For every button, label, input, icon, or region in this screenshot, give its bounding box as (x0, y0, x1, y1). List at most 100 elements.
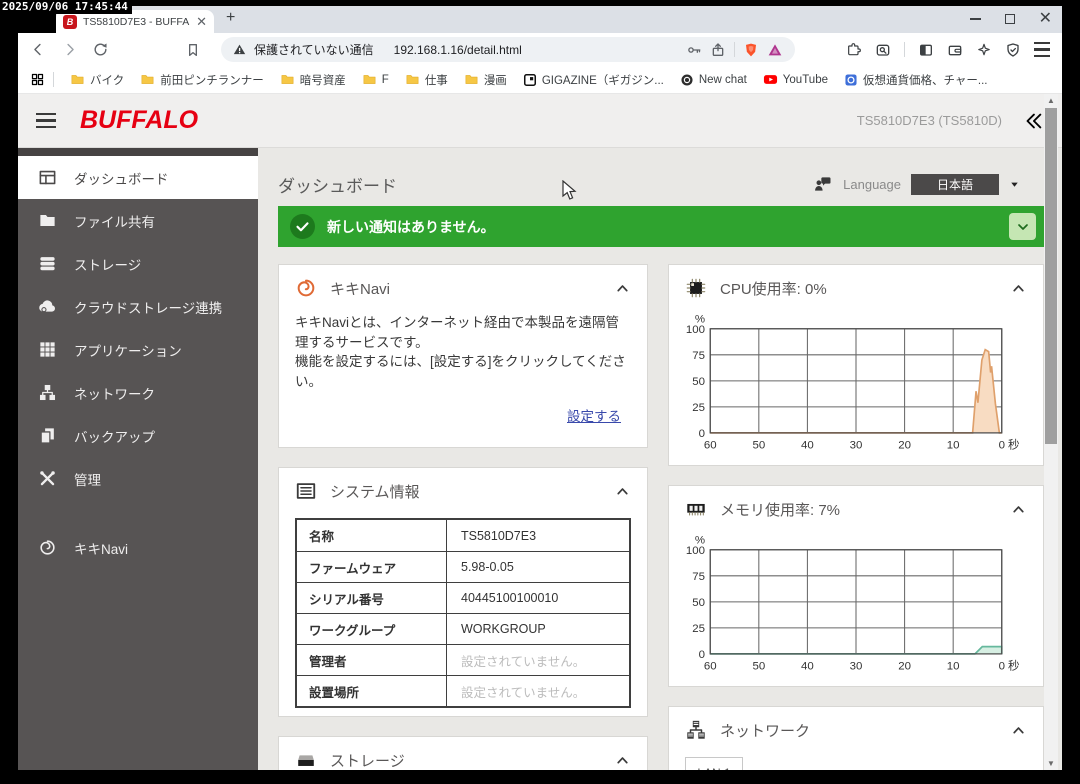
memory-card: メモリ使用率: 7% 10075502506050403020100%秒 (668, 485, 1044, 687)
tab-close-icon[interactable]: ✕ (196, 15, 207, 28)
row-label: ファームウェア (297, 552, 447, 582)
sidebar-item-4[interactable]: アプリケーション (18, 328, 258, 371)
row-value: 設定されていません。 (447, 676, 629, 706)
wallet-icon[interactable] (947, 42, 963, 58)
storage-card: ストレージ (278, 736, 648, 770)
bookmark-item[interactable]: GIGAZINE（ギガジン... (515, 72, 672, 88)
collapse-sidebar-icon[interactable] (1022, 110, 1044, 132)
brave-rewards-icon[interactable] (767, 42, 783, 58)
leo-sparkle-icon[interactable] (976, 42, 992, 58)
sidebar-item-2[interactable]: ストレージ (18, 242, 258, 285)
security-warning-icon[interactable] (233, 43, 246, 56)
bookmark-item[interactable]: 前田ピンチランナー (132, 72, 272, 88)
sidebar-item-1[interactable]: ファイル共有 (18, 199, 258, 242)
folder-share-icon (38, 211, 57, 230)
memory-icon (685, 498, 707, 520)
svg-text:40: 40 (801, 440, 814, 452)
svg-text:75: 75 (692, 350, 705, 362)
network-card: ネットワーク LAN 1 (668, 706, 1044, 770)
tab-strip: B TS5810D7E3 - BUFFALO TeraStat ✕ + ✕ (18, 6, 1062, 33)
network-card-title: ネットワーク (720, 720, 810, 741)
system-info-icon (295, 480, 317, 502)
language-caret-icon[interactable] (1009, 179, 1020, 190)
sidebar-top-strip (18, 148, 258, 156)
privacy-shield-icon[interactable] (1005, 42, 1021, 58)
minimize-button[interactable] (970, 18, 981, 20)
share-icon[interactable] (710, 42, 726, 58)
maximize-button[interactable] (1005, 14, 1015, 24)
sidebar-item-0[interactable]: ダッシュボード (18, 156, 258, 199)
svg-text:60: 60 (704, 440, 717, 452)
row-label: ワークグループ (297, 614, 447, 644)
extensions-icon[interactable] (846, 42, 862, 58)
tab-search-icon[interactable] (875, 42, 891, 58)
kikinavi-card: キキNavi キキNaviとは、インターネット経由で本製品を遠隔管理するサービス… (278, 264, 648, 448)
apps-grid-icon[interactable] (30, 72, 45, 87)
sidebar-item-label: ネットワーク (74, 383, 155, 403)
address-bar[interactable]: 保護されていない通信 192.168.1.16/detail.html (221, 37, 795, 62)
configure-link[interactable]: 設定する (567, 409, 621, 424)
window-controls: ✕ (970, 8, 1052, 30)
youtube-icon (763, 72, 778, 87)
browser-menu-icon[interactable] (1034, 42, 1050, 58)
content-area: ダッシュボード Language 日本語 新しい通知はありません。 (258, 148, 1062, 770)
sidebar-panel-icon[interactable] (918, 42, 934, 58)
kikinavi-card-title: キキNavi (330, 278, 390, 299)
back-icon[interactable] (30, 41, 47, 58)
banner-expand-button[interactable] (1009, 213, 1036, 240)
new-tab-button[interactable]: + (226, 9, 235, 27)
bookmark-icon[interactable] (185, 42, 201, 58)
bookmark-item[interactable]: New chat (672, 73, 755, 87)
scroll-down-arrow[interactable]: ▼ (1044, 757, 1058, 770)
sidebar-item-label: ファイル共有 (74, 211, 155, 231)
tab-lan1[interactable]: LAN 1 (685, 757, 743, 770)
page-scrollbar[interactable]: ▲ ▼ (1044, 94, 1058, 770)
bookmark-label: F (382, 74, 389, 86)
collapse-card-icon[interactable] (1010, 501, 1027, 518)
reload-icon[interactable] (92, 41, 109, 58)
bookmark-label: 仕事 (425, 72, 448, 88)
sidebar-item-3[interactable]: クラウドストレージ連携 (18, 285, 258, 328)
svg-text:100: 100 (686, 545, 705, 557)
scroll-up-arrow[interactable]: ▲ (1044, 94, 1058, 107)
network-tree-icon (685, 719, 707, 741)
svg-text:75: 75 (692, 571, 705, 583)
forward-icon[interactable] (61, 41, 78, 58)
bookmark-item[interactable]: 仮想通貨価格、チャー... (836, 72, 995, 88)
bookmark-item[interactable]: F (354, 72, 397, 87)
collapse-card-icon[interactable] (614, 280, 631, 297)
sidebar-item-5[interactable]: ネットワーク (18, 371, 258, 414)
table-row: シリアル番号40445100100010 (297, 582, 629, 613)
bookmark-item[interactable]: YouTube (755, 72, 836, 87)
row-label: 設置場所 (297, 676, 447, 706)
bookmark-item[interactable]: 仕事 (397, 72, 456, 88)
close-button[interactable]: ✕ (1039, 11, 1052, 27)
bookmark-item[interactable]: 漫画 (456, 72, 515, 88)
sidebar-item-kikinavi[interactable]: キキNavi (18, 526, 258, 569)
browser-toolbar: 保護されていない通信 192.168.1.16/detail.html (18, 33, 1062, 66)
kikinavi-icon (38, 538, 57, 557)
scrollbar-thumb[interactable] (1045, 108, 1057, 444)
sidebar-item-7[interactable]: 管理 (18, 457, 258, 500)
password-key-icon[interactable] (686, 42, 702, 58)
collapse-card-icon[interactable] (1010, 722, 1027, 739)
dashboard-icon (38, 168, 57, 187)
collapse-card-icon[interactable] (614, 483, 631, 500)
bookmark-item[interactable]: バイク (62, 72, 132, 88)
mouse-cursor (562, 180, 578, 202)
buffalo-logo: BUFFALO (80, 106, 198, 135)
language-value-button[interactable]: 日本語 (911, 174, 999, 195)
bookmark-item[interactable]: 暗号資産 (272, 72, 354, 88)
row-label: 管理者 (297, 645, 447, 675)
collapse-card-icon[interactable] (614, 752, 631, 769)
collapse-card-icon[interactable] (1010, 280, 1027, 297)
nav-menu-icon[interactable] (36, 113, 56, 129)
brave-shield-icon[interactable] (743, 42, 759, 58)
svg-text:60: 60 (704, 661, 717, 673)
row-value: TS5810D7E3 (447, 520, 629, 551)
table-row: 名称TS5810D7E3 (297, 520, 629, 551)
url-text[interactable]: 192.168.1.16/detail.html (394, 43, 522, 57)
svg-text:30: 30 (850, 440, 863, 452)
page-viewport: BUFFALO TS5810D7E3 (TS5810D) ダッシュボードファイル… (18, 94, 1062, 770)
sidebar-item-6[interactable]: バックアップ (18, 414, 258, 457)
